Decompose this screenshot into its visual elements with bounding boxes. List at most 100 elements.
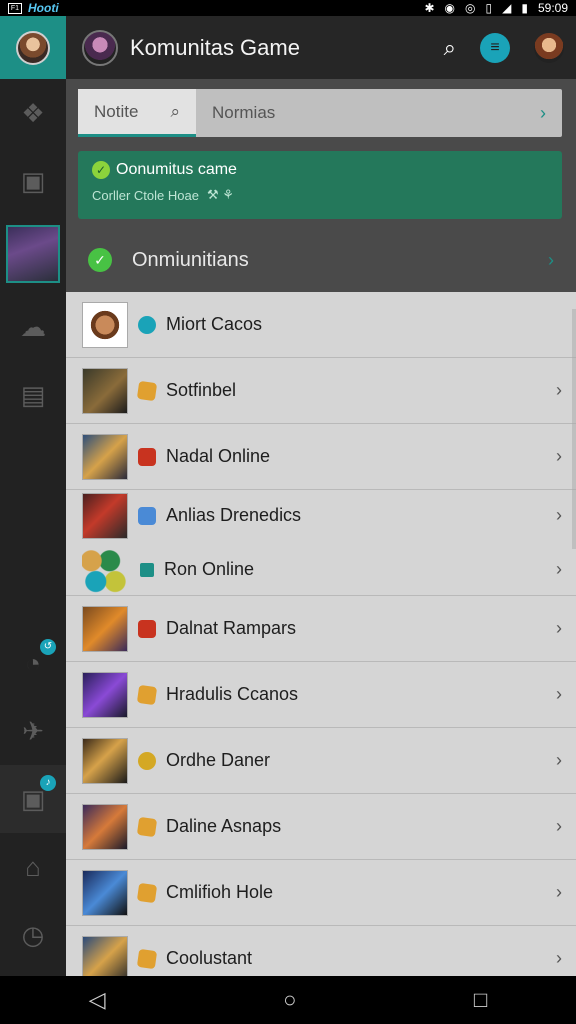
avatar[interactable] <box>16 30 50 65</box>
game-list: Miort Cacos Sotfinbel › Nadal Online › A… <box>66 292 576 992</box>
rail-item-run[interactable]: ✈ <box>0 697 66 765</box>
gem-icon <box>138 751 156 770</box>
chevron-right-icon: › <box>556 618 562 638</box>
rail-item-chat[interactable]: ▣ <box>0 147 66 215</box>
status-bar: F1 Hooti ✱ ◉ ◎ ▯ ◢ ▮ 59:09 <box>0 0 576 16</box>
game-thumbnail <box>82 433 128 480</box>
back-icon[interactable]: ◁ <box>89 987 106 1013</box>
game-name: Sotfinbel <box>166 380 237 400</box>
list-item[interactable]: Ron Online › <box>82 546 562 593</box>
notification-icon[interactable]: ≡ <box>480 32 510 63</box>
section-header[interactable]: ✓ Onmiunitians › <box>78 229 562 291</box>
game-name: Miort Cacos <box>166 314 263 334</box>
check-icon: ✓ <box>88 248 112 272</box>
game-name: Hradulis Ccanos <box>166 684 299 704</box>
server-rail: ❖ ▣ ☁ ▤ ◔ ↺ ✈ ▣ ♪ ⌂ ◷ <box>0 16 66 976</box>
community-avatar[interactable] <box>82 29 118 66</box>
fox-icon: ❖ <box>21 97 45 128</box>
bubble-icon: ☁ <box>20 311 46 342</box>
tab-notite[interactable]: Notite ⌕ <box>78 89 196 137</box>
app-badge: F1 <box>8 2 22 14</box>
game-name: Daline Asnaps <box>166 816 282 836</box>
game-name: Nadal Online <box>166 446 271 466</box>
game-thumbnail <box>82 546 128 593</box>
chevron-right-icon: › <box>556 380 562 400</box>
scrollbar[interactable] <box>572 309 576 549</box>
system-nav-bar: ◁ ○ □ <box>0 976 576 1024</box>
rail-item-compass[interactable]: ◔ ↺ <box>0 629 66 697</box>
game-name: Coolustant <box>166 948 253 968</box>
list-item[interactable]: Dalnat Rampars › <box>66 596 576 662</box>
gem-icon <box>136 948 158 969</box>
tab-label: Notite <box>94 101 139 121</box>
list-item-group: Anlias Drenedics › Ron Online › <box>66 490 576 596</box>
rail-item-music[interactable]: ▣ ♪ <box>0 765 66 833</box>
rail-item-fox[interactable]: ❖ <box>0 79 66 147</box>
bluetooth-icon: ✱ <box>424 1 435 15</box>
home-icon[interactable]: ○ <box>283 987 296 1013</box>
rail-item-home[interactable]: ⌂ <box>0 833 66 901</box>
banner-title: Oonumitus came <box>116 161 237 178</box>
clock-icon: ◷ <box>21 919 45 950</box>
rail-item-clock[interactable]: ◷ <box>0 901 66 969</box>
battery-icon: ▮ <box>521 1 528 15</box>
profile-avatar[interactable] <box>534 32 564 63</box>
game-thumbnail <box>82 301 128 348</box>
page-title: Komunitas Game <box>130 34 300 60</box>
gem-icon <box>138 315 156 334</box>
chevron-right-icon: › <box>556 505 562 525</box>
rail-item-inbox[interactable]: ▤ <box>0 361 66 429</box>
run-icon: ✈ <box>22 715 44 746</box>
game-thumbnail <box>82 935 128 982</box>
gem-icon <box>136 882 158 903</box>
compass-icon: ◔ <box>25 647 41 678</box>
game-thumbnail <box>82 367 128 414</box>
list-item[interactable]: Ordhe Daner › <box>66 728 576 794</box>
gem-icon <box>138 506 156 525</box>
vibrate-icon: ▯ <box>485 1 493 15</box>
status-app-name: Hooti <box>28 1 59 15</box>
rail-badge: ♪ <box>40 775 56 791</box>
game-thumbnail <box>82 492 128 539</box>
chevron-right-icon: › <box>540 102 546 123</box>
list-item[interactable]: Miort Cacos <box>66 292 576 358</box>
game-name: Ordhe Daner <box>166 750 271 770</box>
chevron-right-icon: › <box>556 882 562 902</box>
game-thumbnail <box>82 869 128 916</box>
gem-icon <box>140 562 154 577</box>
self-avatar-slot[interactable] <box>0 16 66 79</box>
tab-bar: Notite ⌕ Normias › <box>78 89 562 137</box>
game-thumbnail <box>82 671 128 718</box>
main-content: Notite ⌕ Normias › ✓ Oonumitus came Corl… <box>66 79 576 992</box>
community-banner[interactable]: ✓ Oonumitus came Corller Ctole Hoae ⚒ ⚘ <box>78 151 562 219</box>
game-thumbnail <box>82 737 128 784</box>
chevron-right-icon: › <box>548 249 554 270</box>
list-item[interactable]: Sotfinbel › <box>66 358 576 424</box>
game-name: Anlias Drenedics <box>166 505 302 525</box>
list-item[interactable]: Daline Asnaps › <box>66 794 576 860</box>
tab-normias[interactable]: Normias › <box>196 89 562 137</box>
search-icon[interactable]: ⌕ <box>444 35 456 61</box>
alarm-icon: ◎ <box>465 1 476 15</box>
gem-icon <box>138 619 156 638</box>
top-bar: Komunitas Game ⌕ ≡ <box>66 16 576 79</box>
list-item[interactable]: Hradulis Ccanos › <box>66 662 576 728</box>
game-name: Cmlifioh Hole <box>166 882 274 902</box>
game-thumbnail <box>82 803 128 850</box>
list-item[interactable]: Nadal Online › <box>66 424 576 490</box>
rail-item-bubble[interactable]: ☁ <box>0 293 66 361</box>
rail-badge: ↺ <box>40 639 56 655</box>
recents-icon[interactable]: □ <box>474 987 487 1013</box>
gem-icon <box>136 380 158 401</box>
gem-icon <box>138 447 156 466</box>
list-item[interactable]: Anlias Drenedics › <box>82 492 562 539</box>
check-icon: ✓ <box>92 161 110 179</box>
game-name: Dalnat Rampars <box>166 618 297 638</box>
signal-icon: ◢ <box>502 1 512 15</box>
inbox-icon: ▤ <box>20 379 46 410</box>
list-item[interactable]: Cmlifioh Hole › <box>66 860 576 926</box>
tab-label: Normias <box>212 103 276 122</box>
chat-icon: ▣ <box>20 165 46 196</box>
rail-item-game[interactable] <box>6 225 60 283</box>
rail-spacer <box>0 429 66 629</box>
